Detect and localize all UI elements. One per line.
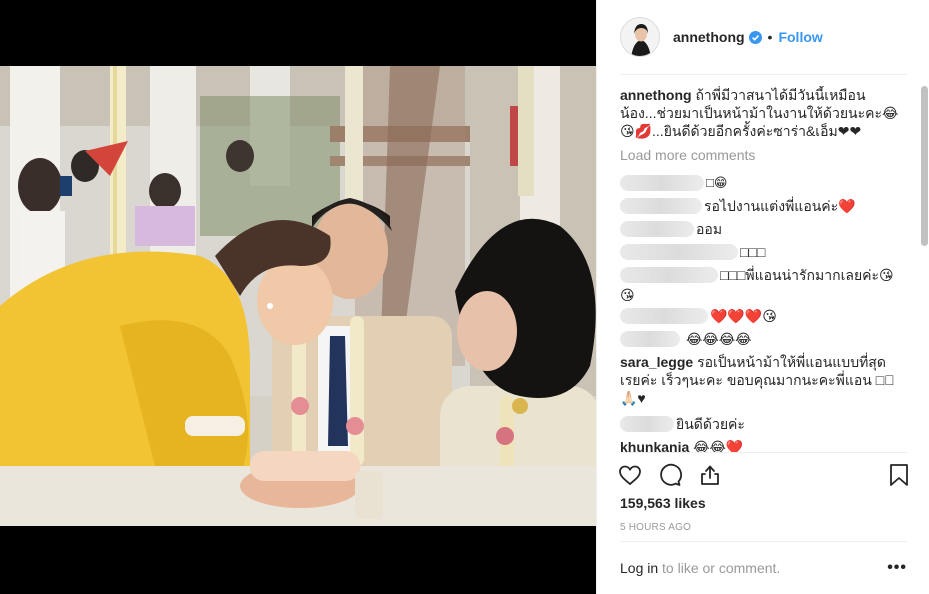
comment-text: ยินดีด้วยค่ะ xyxy=(676,415,745,432)
comment-item: sara_legge รอเป็นหน้าม้าให้พี่แอนแบบที่ส… xyxy=(620,353,904,407)
comment-text: ❤️❤️❤️😘 xyxy=(710,307,777,324)
login-prompt-text: to like or comment. xyxy=(658,560,781,576)
photo-illustration xyxy=(0,66,596,526)
comment-item: ออม xyxy=(620,217,904,240)
comment-item: ยินดีด้วยค่ะ xyxy=(620,412,904,435)
comment-text: 😂😂❤️ xyxy=(693,438,744,453)
footer-divider xyxy=(620,541,907,542)
blurred-username xyxy=(620,197,702,214)
actions-divider xyxy=(620,452,907,453)
caption-username[interactable]: annethong xyxy=(620,87,692,103)
blurred-username xyxy=(620,266,718,283)
load-more-comments-button[interactable]: Load more comments xyxy=(620,146,904,164)
comments-scrollbar[interactable] xyxy=(921,86,928,246)
likes-count[interactable]: 159,563 likes xyxy=(620,495,706,511)
blurred-username xyxy=(620,415,674,432)
blurred-username xyxy=(620,243,738,260)
comment-item: 😘 xyxy=(620,286,904,304)
blurred-username xyxy=(620,174,704,191)
share-icon[interactable] xyxy=(697,462,723,488)
login-prompt: Log in to like or comment. xyxy=(620,560,780,576)
instagram-post-modal: annethong • Follow annethong ถ้าพี่มีวาส… xyxy=(0,0,929,594)
comment-username[interactable]: khunkanja xyxy=(620,438,689,453)
comment-text: รอไปงานแต่งพี่แอนค่ะ❤️ xyxy=(704,197,856,214)
comment-text: 😂😂😂😂 xyxy=(686,330,752,347)
comment-item: □□□พี่แอนน่ารักมากเลยค่ะ😘 xyxy=(620,263,904,286)
post-header: annethong • Follow xyxy=(597,0,929,74)
comment-item: □😁 xyxy=(620,171,904,194)
heart-icon[interactable] xyxy=(617,462,643,488)
blurred-username xyxy=(620,330,680,347)
comment-username[interactable]: sara_legge xyxy=(620,354,693,370)
verified-badge-icon xyxy=(748,30,762,44)
post-timestamp: 5 HOURS AGO xyxy=(620,522,692,533)
bookmark-icon[interactable] xyxy=(886,462,912,488)
header-username[interactable]: annethong xyxy=(673,29,745,45)
post-media xyxy=(0,0,596,594)
comment-item: ❤️❤️❤️😘 xyxy=(620,304,904,327)
avatar[interactable] xyxy=(620,17,660,57)
blurred-username xyxy=(620,307,708,324)
comment-item: รอไปงานแต่งพี่แอนค่ะ❤️ xyxy=(620,194,904,217)
comments-list[interactable]: annethong ถ้าพี่มีวาสนาได้มีวันนี้เหมือน… xyxy=(620,86,904,452)
action-bar xyxy=(617,460,912,490)
comment-text: □□□พี่แอนน่ารักมากเลยค่ะ😘 xyxy=(720,266,894,283)
post-details-panel: annethong • Follow annethong ถ้าพี่มีวาส… xyxy=(596,0,929,594)
header-divider xyxy=(620,74,907,75)
comment-item: 😂😂😂😂 xyxy=(620,327,904,350)
follow-button[interactable]: Follow xyxy=(778,29,822,45)
more-options-icon[interactable]: ••• xyxy=(887,559,907,577)
comment-item: □□□ xyxy=(620,240,904,263)
login-link[interactable]: Log in xyxy=(620,560,658,576)
blurred-username xyxy=(620,220,694,237)
post-caption: annethong ถ้าพี่มีวาสนาได้มีวันนี้เหมือน… xyxy=(620,86,904,140)
comment-text: □😁 xyxy=(706,174,728,190)
comment-text: ออม xyxy=(696,220,723,237)
post-photo[interactable] xyxy=(0,66,596,526)
header-separator: • xyxy=(767,29,773,45)
comment-item: khunkanja 😂😂❤️ xyxy=(620,435,904,453)
avatar-image xyxy=(621,18,659,56)
comment-text: □□□ xyxy=(740,243,766,260)
comment-text: 😘 xyxy=(620,287,635,303)
comment-icon[interactable] xyxy=(657,462,683,488)
